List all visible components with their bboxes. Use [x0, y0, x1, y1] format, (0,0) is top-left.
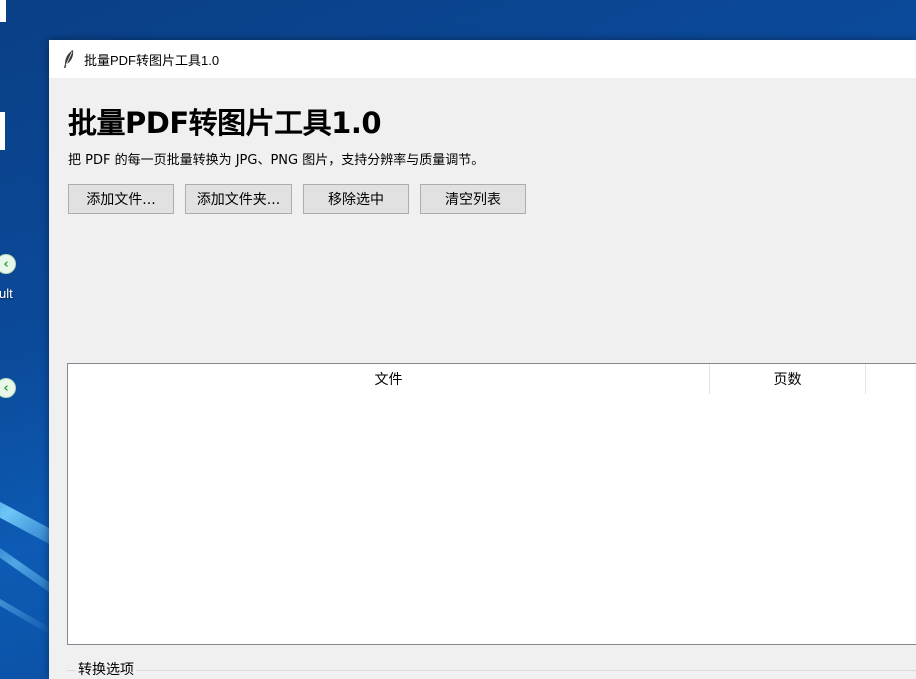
app-window: 批量PDF转图片工具1.0 批量PDF转图片工具1.0 把 PDF 的每一页批量… — [49, 40, 916, 679]
title-bar[interactable]: 批量PDF转图片工具1.0 — [49, 40, 916, 78]
page-title: 批量PDF转图片工具1.0 — [68, 106, 382, 140]
window-title: 批量PDF转图片工具1.0 — [84, 53, 220, 68]
desktop-icon-partial[interactable] — [0, 0, 6, 22]
desktop-shortcut-arrow-icon[interactable]: ‹ — [0, 254, 16, 274]
clear-list-button[interactable]: 清空列表 — [420, 184, 526, 214]
remove-selected-button[interactable]: 移除选中 — [303, 184, 409, 214]
desktop-shortcut-arrow-icon[interactable]: ‹ — [0, 378, 16, 398]
desktop-icon-partial[interactable] — [0, 112, 5, 150]
desktop-icon-label: ult — [0, 286, 13, 301]
column-header-file[interactable]: 文件 — [68, 364, 710, 394]
column-header-pages[interactable]: 页数 — [710, 364, 866, 394]
file-list-table[interactable]: 文件 页数 — [67, 363, 916, 645]
options-group-frame — [67, 670, 916, 679]
options-group-label: 转换选项 — [76, 659, 136, 679]
app-description: 把 PDF 的每一页批量转换为 JPG、PNG 图片，支持分辨率与质量调节。 — [68, 153, 485, 168]
column-header-extra[interactable] — [866, 364, 916, 394]
feather-icon — [64, 50, 74, 68]
add-folder-button[interactable]: 添加文件夹... — [185, 184, 292, 214]
add-files-button[interactable]: 添加文件... — [68, 184, 174, 214]
